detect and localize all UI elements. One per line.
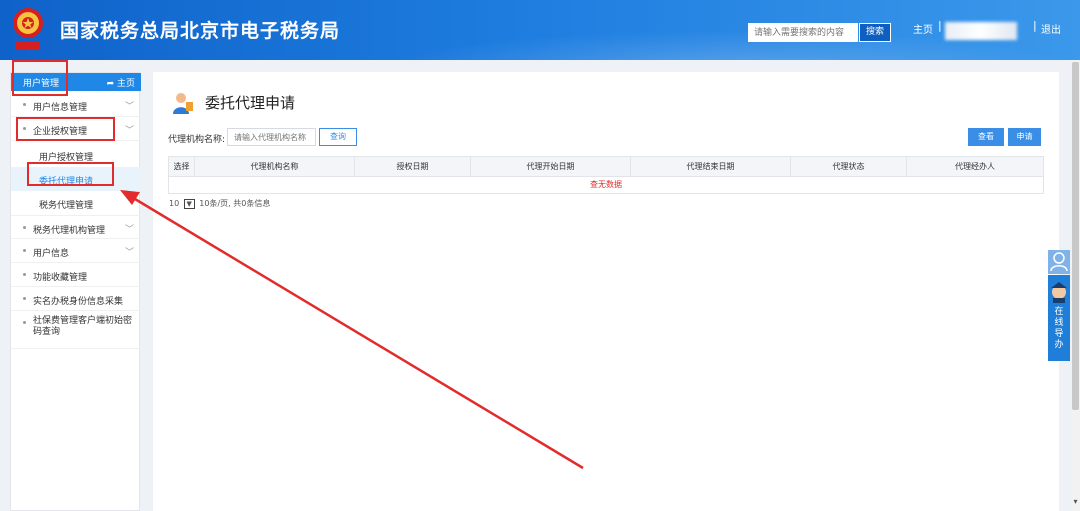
search-button[interactable]: 搜索 bbox=[859, 23, 891, 42]
query-button[interactable]: 查询 bbox=[319, 128, 357, 146]
page-size-dropdown[interactable]: ▼ bbox=[183, 198, 195, 209]
sidebar-home-label: 主页 bbox=[116, 79, 135, 89]
header-separator: | bbox=[938, 19, 942, 32]
user-name-redacted bbox=[945, 22, 1017, 40]
table-header: 选择 代理机构名称 授权日期 代理开始日期 代理结束日期 代理状态 代理经办人 bbox=[169, 157, 1043, 177]
page-title: 委托代理申请 bbox=[205, 94, 296, 112]
sidebar-item-label: 用户信息管理 bbox=[33, 103, 88, 113]
sidebar-item-user-info[interactable]: 用户信息 ﹀ bbox=[11, 239, 141, 263]
bullet-icon bbox=[23, 297, 26, 300]
column-header: 代理状态 bbox=[791, 157, 907, 177]
column-header: 代理经办人 bbox=[955, 162, 995, 171]
view-button[interactable]: 查看 bbox=[968, 128, 1004, 146]
sidebar-item-realname[interactable]: 实名办税身份信息采集 bbox=[11, 287, 141, 311]
chevron-down-icon: ▼ bbox=[186, 199, 192, 208]
chevron-down-icon: ﹀ bbox=[124, 248, 134, 258]
column-header: 授权日期 bbox=[355, 157, 471, 177]
sidebar-item-user-info-mgmt[interactable]: 用户信息管理 ﹀ bbox=[11, 93, 141, 117]
sidebar-item-agency-mgmt[interactable]: 税务代理机构管理 ﹀ bbox=[11, 215, 141, 239]
main-panel: 委托代理申请 代理机构名称: 查询 查看 申请 选择 代理机构名称 授权日期 代… bbox=[153, 72, 1059, 511]
scrollbar-thumb[interactable] bbox=[1072, 62, 1079, 410]
sidebar-item-label: 税务代理管理 bbox=[39, 201, 94, 211]
bullet-icon bbox=[23, 321, 26, 324]
home-link[interactable]: 主页 bbox=[913, 21, 933, 36]
online-guide-widget[interactable]: 在线导办 bbox=[1048, 275, 1070, 361]
bullet-icon bbox=[23, 249, 26, 252]
agency-name-label: 代理机构名称: bbox=[168, 135, 226, 145]
column-header: 选择 bbox=[169, 157, 195, 177]
sidebar-home-link[interactable]: ➦ 主页 bbox=[107, 76, 135, 89]
column-header: 代理开始日期 bbox=[471, 157, 631, 177]
bullet-icon bbox=[23, 103, 26, 106]
online-guide-label: 在线导办 bbox=[1054, 307, 1064, 350]
proxy-person-icon bbox=[173, 93, 193, 114]
back-arrow-icon: ➦ bbox=[106, 79, 115, 89]
site-title: 国家税务总局北京市电子税务局 bbox=[60, 20, 341, 42]
column-header: 代理机构名称 bbox=[195, 157, 355, 177]
chevron-down-icon: ﹀ bbox=[124, 102, 134, 112]
sidebar-item-label: 用户信息 bbox=[33, 249, 70, 259]
annotation-box-user-mgmt bbox=[12, 60, 68, 96]
sidebar-item-social-security[interactable]: 社保费管理客户端初始密码查询 bbox=[11, 311, 141, 349]
chevron-down-icon: ﹀ bbox=[124, 225, 134, 235]
logout-link[interactable]: 退出 bbox=[1041, 21, 1061, 36]
officer-icon bbox=[1051, 282, 1067, 303]
scroll-down-icon[interactable]: ▾ bbox=[1071, 497, 1080, 509]
column-header: 代理结束日期 bbox=[631, 157, 791, 177]
sidebar-subitem-tax-agent[interactable]: 税务代理管理 bbox=[11, 191, 141, 215]
annotation-box-proxy-apply bbox=[27, 162, 114, 186]
sidebar-item-label: 功能收藏管理 bbox=[33, 273, 88, 283]
search-input[interactable] bbox=[748, 23, 858, 42]
bullet-icon bbox=[23, 226, 26, 229]
header-separator: | bbox=[1033, 19, 1037, 32]
bullet-icon bbox=[23, 273, 26, 276]
sidebar-item-label: 社保费管理客户端初始密码查询 bbox=[33, 316, 133, 337]
sidebar-item-label: 实名办税身份信息采集 bbox=[33, 297, 124, 307]
empty-table-message: 查无数据 bbox=[590, 180, 622, 189]
person-outline-icon bbox=[1050, 252, 1068, 272]
tax-emblem-icon bbox=[13, 8, 43, 49]
sidebar-item-favorites[interactable]: 功能收藏管理 bbox=[11, 263, 141, 287]
online-service-avatar-icon[interactable] bbox=[1048, 250, 1070, 274]
apply-button[interactable]: 申请 bbox=[1008, 128, 1041, 146]
chevron-down-icon: ﹀ bbox=[124, 126, 134, 136]
top-header: 国家税务总局北京市电子税务局 搜索 主页 | | 退出 bbox=[0, 0, 1080, 60]
pagination: 10 ▼ 10条/页, 共0条信息 bbox=[169, 198, 270, 209]
pager-summary: 10条/页, 共0条信息 bbox=[199, 199, 271, 208]
proxy-table: 选择 代理机构名称 授权日期 代理开始日期 代理结束日期 代理状态 代理经办人 … bbox=[168, 156, 1044, 194]
annotation-box-enterprise-auth bbox=[16, 117, 115, 141]
agency-name-input[interactable] bbox=[227, 128, 316, 146]
sidebar-item-label: 税务代理机构管理 bbox=[33, 226, 106, 236]
page-size-value: 10 bbox=[169, 199, 180, 208]
